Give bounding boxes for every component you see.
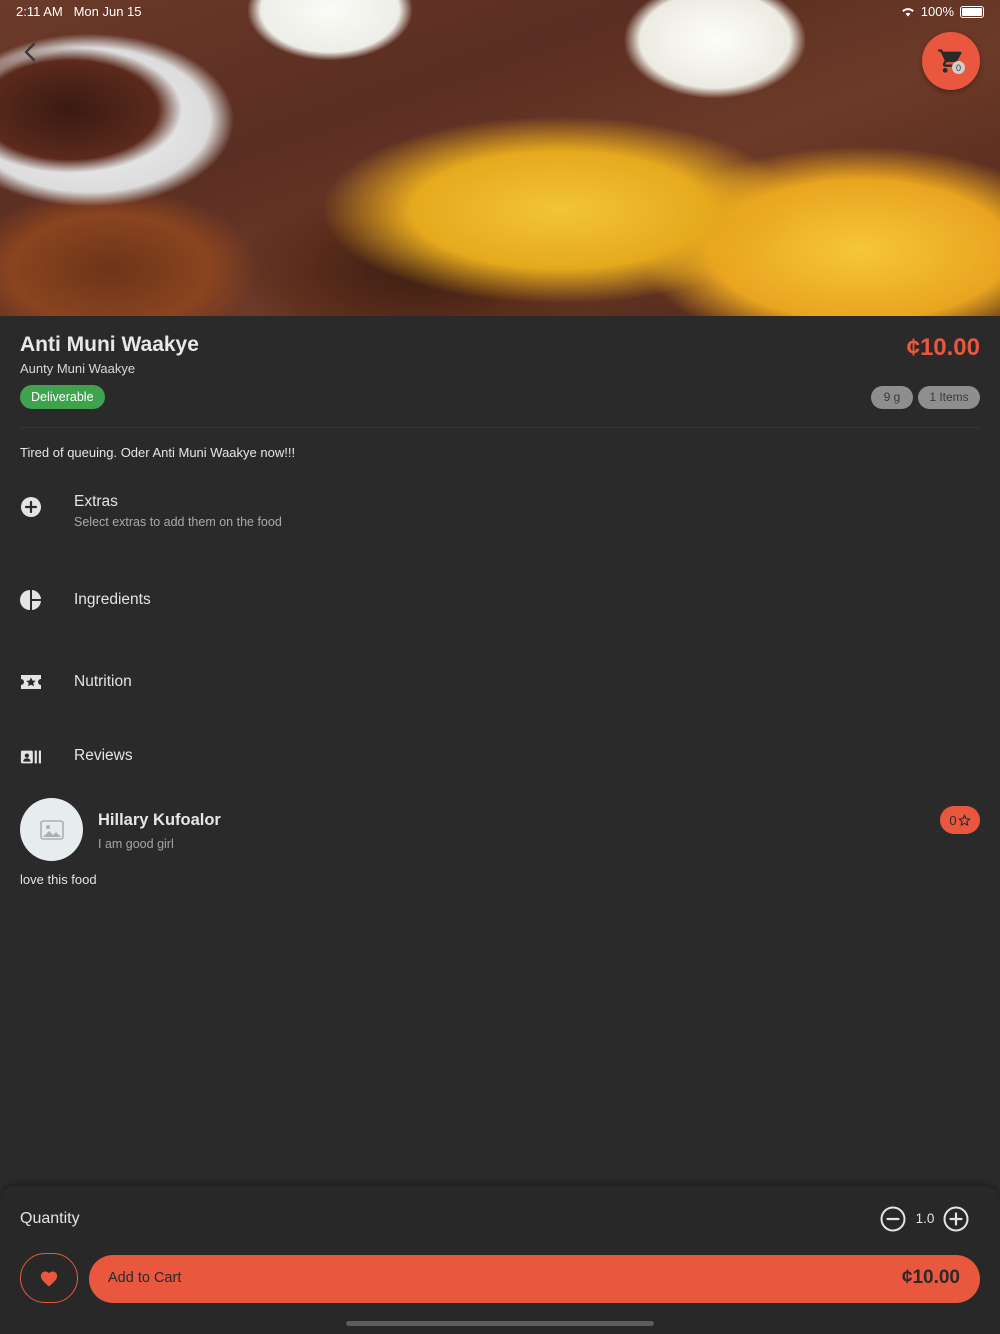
plus-circle-icon xyxy=(943,1206,969,1232)
restaurant-name: Aunty Muni Waakye xyxy=(20,361,136,376)
status-time: 2:11 AM Mon Jun 15 xyxy=(16,4,142,19)
ingredients-title: Ingredients xyxy=(74,591,151,608)
rating-badge: 0 xyxy=(940,806,980,834)
heart-icon xyxy=(40,1271,58,1287)
add-to-cart-button[interactable]: Add to Cart ¢10.00 xyxy=(89,1255,980,1303)
extras-subtitle: Select extras to add them on the food xyxy=(74,515,282,529)
deliverable-badge: Deliverable xyxy=(20,385,105,409)
battery-icon xyxy=(960,5,984,18)
quantity-value: 1.0 xyxy=(915,1211,935,1226)
reviewer-name: Hillary Kufoalor xyxy=(98,811,221,829)
food-description: Tired of queuing. Oder Anti Muni Waakye … xyxy=(20,445,296,460)
food-price: ¢10.00 xyxy=(906,334,980,361)
status-bar: 2:11 AM Mon Jun 15 100% xyxy=(0,0,1000,24)
reviewer-bio: I am good girl xyxy=(98,837,174,851)
image-placeholder-icon xyxy=(39,819,64,840)
reviews-icon xyxy=(20,746,42,768)
review-text: love this food xyxy=(20,872,97,887)
extras-title: Extras xyxy=(74,493,118,510)
items-chip: 1 Items xyxy=(918,386,980,409)
battery-percent: 100% xyxy=(920,4,954,19)
wifi-icon xyxy=(901,8,914,17)
minus-circle-icon xyxy=(880,1206,906,1232)
home-indicator xyxy=(346,1321,654,1326)
bottom-panel: Quantity 1.0 Add to Cart ¢10.00 xyxy=(0,1186,1000,1334)
rating-value: 0 xyxy=(949,812,957,828)
reviews-title: Reviews xyxy=(74,747,133,764)
status-date: Mon Jun 15 xyxy=(73,4,142,19)
reviewer-avatar xyxy=(20,798,83,861)
cart-button[interactable]: 0 xyxy=(922,32,980,90)
cart-total: ¢10.00 xyxy=(901,1267,960,1288)
back-button[interactable] xyxy=(16,38,44,66)
nutrition-title: Nutrition xyxy=(74,673,132,690)
favorite-button[interactable] xyxy=(20,1253,78,1303)
ticket-star-icon xyxy=(20,671,42,693)
add-to-cart-label: Add to Cart xyxy=(108,1270,182,1286)
pie-chart-icon xyxy=(20,589,42,611)
add-circle-icon xyxy=(20,496,42,518)
divider xyxy=(20,427,980,428)
quantity-label: Quantity xyxy=(20,1210,80,1227)
decrease-quantity-button[interactable] xyxy=(880,1206,906,1232)
weight-chip: 9 g xyxy=(871,386,913,409)
status-indicators: 100% xyxy=(901,4,984,19)
chevron-left-icon xyxy=(24,42,36,62)
increase-quantity-button[interactable] xyxy=(943,1206,969,1232)
star-outline-icon xyxy=(957,813,971,826)
food-hero-image xyxy=(0,0,1000,316)
cart-count-badge: 0 xyxy=(952,61,965,74)
food-title: Anti Muni Waakye xyxy=(20,333,199,356)
